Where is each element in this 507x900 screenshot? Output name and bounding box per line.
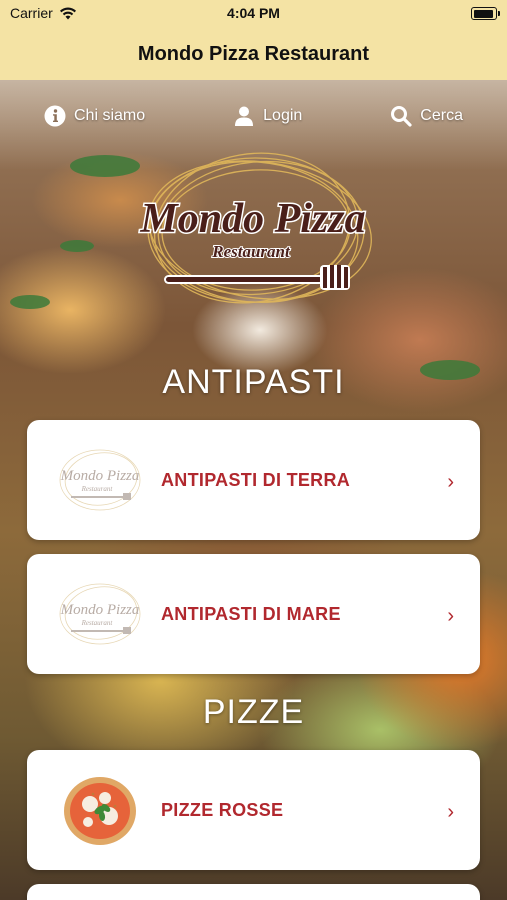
section-title-antipasti: ANTIPASTI — [162, 363, 345, 401]
fork-icon — [164, 265, 350, 290]
logo-subtitle: Restaurant — [211, 242, 291, 261]
menu-item-antipasti-terra[interactable]: Mondo Pizza Restaurant ANTIPASTI DI TERR… — [27, 420, 480, 540]
restaurant-logo: Mondo Pizza Restaurant — [138, 152, 372, 304]
search-link[interactable]: Cerca — [390, 105, 463, 127]
menu-item-label: ANTIPASTI DI MARE — [161, 604, 341, 624]
menu-item-pizze-rosse[interactable]: PIZZE ROSSE › — [27, 750, 480, 870]
chevron-right-icon: › — [447, 605, 454, 627]
about-label: Chi siamo — [74, 107, 146, 124]
chevron-right-icon: › — [447, 801, 454, 823]
herb-decoration — [10, 295, 50, 309]
info-icon — [44, 105, 66, 127]
top-menu: Chi siamo Login Cerca — [0, 98, 507, 134]
svg-text:Mondo Pizza: Mondo Pizza — [60, 468, 140, 484]
about-link[interactable]: Chi siamo — [44, 105, 145, 127]
menu-item-antipasti-mare[interactable]: Mondo Pizza Restaurant ANTIPASTI DI MARE… — [27, 554, 480, 674]
battery-icon — [471, 7, 500, 20]
hero-background: Chi siamo Login Cerca Mondo Pizza Restau… — [0, 80, 507, 900]
user-icon — [235, 106, 254, 126]
svg-text:Restaurant: Restaurant — [81, 619, 114, 627]
pizza-thumbnail-icon — [64, 777, 136, 845]
section-title-pizze: PIZZE — [202, 693, 305, 731]
chevron-right-icon: › — [447, 471, 454, 493]
logo-thumbnail-icon: Mondo Pizza Restaurant — [59, 449, 141, 511]
menu-item-label: ANTIPASTI DI TERRA — [161, 470, 351, 490]
svg-text:Restaurant: Restaurant — [81, 485, 114, 493]
search-label: Cerca — [420, 107, 463, 124]
search-icon — [391, 106, 412, 127]
logo-thumbnail-icon: Mondo Pizza Restaurant — [59, 583, 141, 645]
login-label: Login — [263, 107, 303, 124]
status-bar: Carrier 4:04 PM — [0, 0, 507, 28]
status-time: 4:04 PM — [227, 5, 280, 21]
menu-item-partial[interactable] — [27, 884, 480, 900]
login-link[interactable]: Login — [233, 105, 302, 127]
menu-item-label: PIZZE ROSSE — [161, 800, 284, 820]
logo-name: Mondo Pizza — [139, 196, 365, 242]
herb-decoration — [60, 240, 94, 252]
page-title: Mondo Pizza Restaurant — [137, 42, 370, 65]
nav-bar: Mondo Pizza Restaurant — [0, 28, 507, 81]
svg-text:Mondo Pizza: Mondo Pizza — [60, 602, 140, 618]
